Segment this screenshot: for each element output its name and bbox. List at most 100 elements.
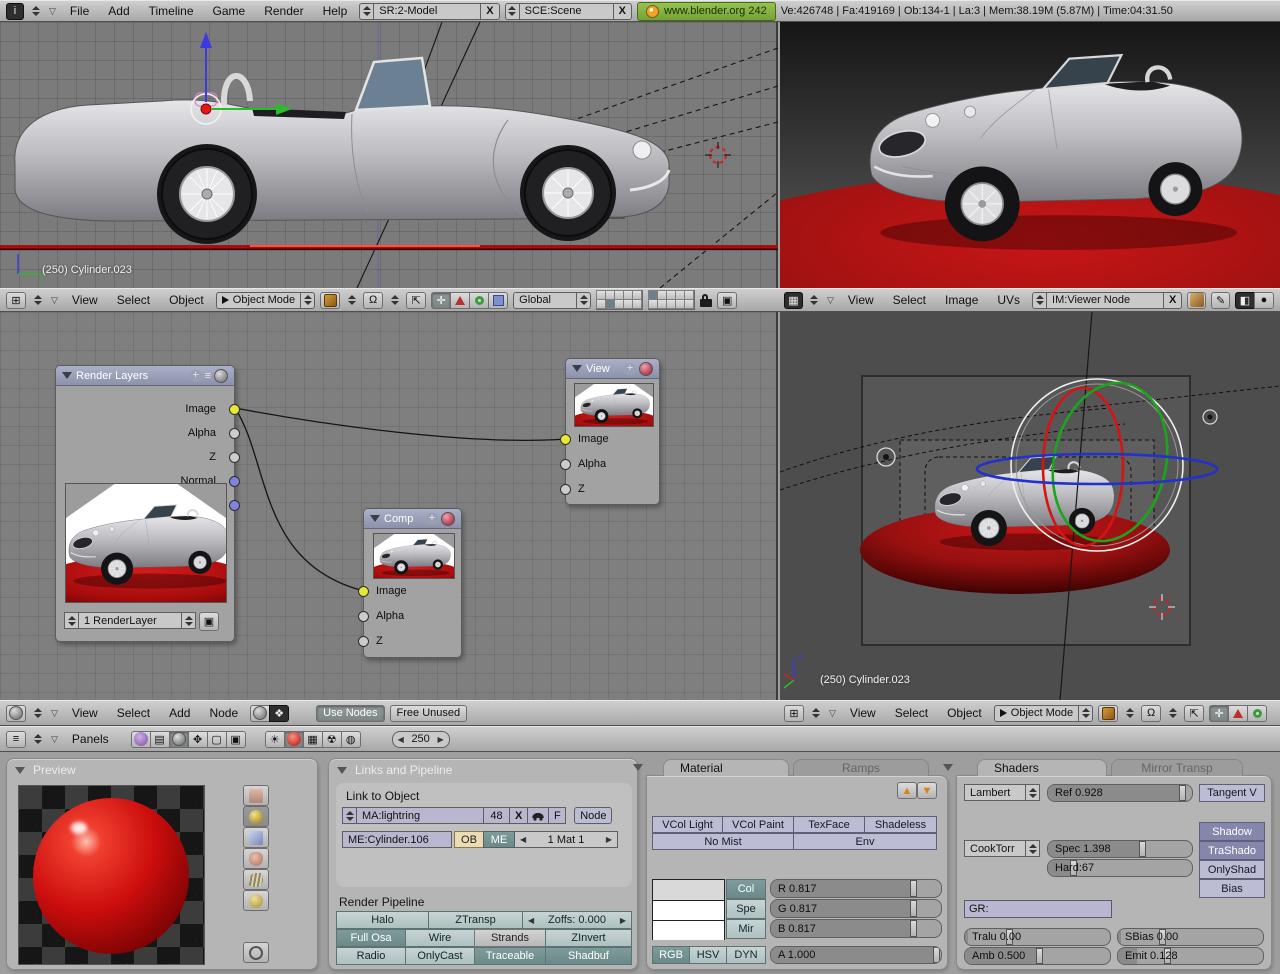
panel-collapse-icon[interactable] (943, 764, 953, 771)
material-subcontext-icon[interactable] (284, 731, 304, 748)
logic-context-icon[interactable] (131, 731, 151, 748)
record-dot-icon[interactable]: ● (1254, 292, 1274, 309)
draw-mode-button[interactable] (320, 292, 340, 309)
panels-menu[interactable]: Panels (65, 732, 116, 746)
comp-node[interactable]: Comp + Image Alpha Z (363, 508, 462, 658)
render-result-view[interactable] (780, 22, 1280, 288)
lock-layers-icon[interactable] (700, 299, 712, 307)
menu-add[interactable]: Add (101, 4, 136, 18)
socket-z-output[interactable] (229, 452, 240, 463)
mode-dropdown[interactable]: Object Mode (216, 292, 301, 309)
menu-uvs[interactable]: UVs (990, 293, 1027, 307)
b-slider[interactable]: B 0.817 (770, 919, 942, 938)
a-slider[interactable]: A 1.000 (770, 946, 942, 964)
frame-number-field[interactable]: ◀ 250 ▶ (392, 731, 450, 748)
mir-button[interactable]: Mir (726, 919, 766, 939)
col-button[interactable]: Col (726, 879, 766, 899)
node-editor-type-stepper[interactable] (31, 708, 44, 718)
node-material-button[interactable]: Node (574, 807, 612, 824)
menu-select[interactable]: Select (886, 293, 933, 307)
emit-slider[interactable]: Emit 0.128 (1117, 947, 1264, 965)
socket-normal-output[interactable] (229, 476, 240, 487)
menu-object[interactable]: Object (940, 706, 989, 720)
preview-refresh-button[interactable] (243, 942, 269, 963)
render-layers-node[interactable]: Render Layers + ≡ Image Alpha Z Normal S… (55, 365, 235, 642)
material-nodes-toggle[interactable] (250, 705, 270, 722)
mode-stepper[interactable] (300, 292, 315, 309)
group-field[interactable]: GR: (964, 900, 1112, 918)
translate-manipulator-button[interactable] (1228, 705, 1248, 722)
menu-render[interactable]: Render (257, 4, 310, 18)
scene-close-button[interactable]: X (613, 3, 632, 20)
buttons-header-collapse-icon[interactable]: ▽ (49, 734, 60, 745)
radiosity-subcontext-icon[interactable]: ☢ (322, 731, 342, 748)
socket-alpha-output[interactable] (229, 428, 240, 439)
collapse-menus-icon[interactable]: ▽ (47, 6, 58, 17)
ob-link-button[interactable]: OB (454, 831, 484, 848)
hard-slider[interactable]: Hard:67 (1047, 859, 1193, 877)
node-header-collapse-icon[interactable]: ▽ (49, 708, 60, 719)
socket-image-output[interactable] (229, 404, 240, 415)
tab-ramps[interactable]: Ramps (793, 759, 929, 776)
node-collapse-icon[interactable] (370, 515, 380, 522)
window-type-stepper[interactable] (29, 6, 42, 16)
menu-image[interactable]: Image (938, 293, 985, 307)
blender-org-button[interactable]: www.blender.org 242 (637, 2, 776, 21)
diffuse-shader-dropdown[interactable]: Lambert (964, 784, 1026, 801)
material-index-field[interactable]: ◀ 1 Mat 1 ▶ (514, 831, 618, 848)
preview-cube-button[interactable] (243, 827, 269, 848)
node-mute-icon[interactable] (441, 512, 455, 526)
menu-select[interactable]: Select (110, 293, 157, 307)
free-unused-button[interactable]: Free Unused (390, 705, 468, 722)
orientation-stepper[interactable] (576, 292, 591, 309)
shading-context-icon[interactable] (169, 731, 189, 748)
rotation-center-button[interactable]: Ω (363, 292, 383, 309)
render-layers-node-header[interactable]: Render Layers + ≡ (56, 366, 234, 386)
specular-color-swatch[interactable] (653, 901, 724, 921)
header-collapse-icon[interactable]: ▽ (49, 295, 60, 306)
proportional-edit-icon[interactable]: ⇱ (406, 292, 426, 309)
traceable-button[interactable]: Traceable (474, 947, 546, 965)
shadbuf-button[interactable]: Shadbuf (545, 947, 632, 965)
scene-selector-stepper[interactable] (505, 3, 520, 20)
view-node-header[interactable]: View + (566, 359, 659, 379)
ref-slider[interactable]: Ref 0.928 (1047, 784, 1193, 802)
env-button[interactable]: Env (793, 833, 937, 850)
material-users-count[interactable]: 48 (483, 807, 510, 824)
rotation-stepper[interactable] (388, 295, 401, 305)
g-slider[interactable]: G 0.817 (770, 899, 942, 918)
socket-z-input[interactable] (358, 636, 369, 647)
onlyshad-button[interactable]: OnlyShad (1199, 860, 1265, 879)
menu-file[interactable]: File (63, 4, 96, 18)
orientation-dropdown[interactable]: Global (513, 292, 577, 309)
socket-z-input[interactable] (560, 484, 571, 495)
material-unlink-button[interactable]: X (509, 807, 528, 824)
menu-view[interactable]: View (843, 706, 883, 720)
amb-slider[interactable]: Amb 0.500 (964, 947, 1111, 965)
pencil-edit-icon[interactable]: ✎ (1211, 292, 1230, 309)
render-layer-select[interactable]: 1 RenderLayer (78, 612, 182, 629)
mesh-name-field[interactable]: ME:Cylinder.106 (342, 831, 452, 848)
tab-material[interactable]: Material (663, 759, 789, 776)
tralu-slider[interactable]: Tralu 0.00 (964, 928, 1111, 946)
socket-image-input[interactable] (560, 434, 571, 445)
buttons-editor-type-stepper[interactable] (31, 734, 44, 744)
dyn-button[interactable]: DYN (726, 946, 766, 964)
node-collapse-icon[interactable] (572, 365, 582, 372)
rgb-button[interactable]: RGB (652, 946, 690, 964)
node-editor[interactable]: Render Layers + ≡ Image Alpha Z Normal S… (0, 312, 778, 700)
diffuse-color-swatch[interactable] (653, 880, 724, 901)
render-layer-image-icon[interactable]: ▣ (199, 612, 219, 631)
menu-node[interactable]: Node (202, 706, 245, 720)
node-plus-icon[interactable]: + (624, 363, 636, 375)
diffuse-shader-stepper[interactable] (1025, 784, 1040, 801)
node-preview-toggle-icon[interactable] (214, 369, 228, 383)
header-collapse-icon[interactable]: ▽ (827, 708, 838, 719)
shadow-button[interactable]: Shadow (1199, 822, 1265, 841)
editor-type-stepper[interactable] (31, 295, 44, 305)
manipulator-toggle-button[interactable]: ✛ (431, 292, 451, 309)
ztransp-button[interactable]: ZTransp (428, 911, 523, 929)
mat-index-increment[interactable]: ▶ (606, 835, 612, 844)
menu-select[interactable]: Select (110, 706, 157, 720)
menu-help[interactable]: Help (316, 4, 355, 18)
